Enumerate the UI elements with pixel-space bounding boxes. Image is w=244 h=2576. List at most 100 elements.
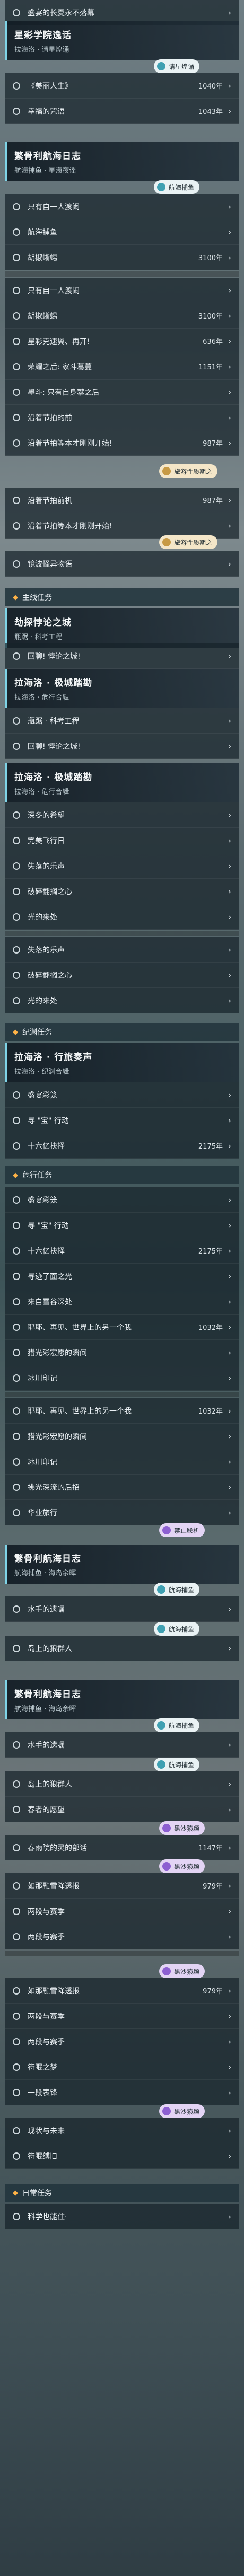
quest-label: 猎光彩宏愿的瞬间 [28, 1348, 87, 1357]
quest-label: 回聊! 悖论之城! [28, 652, 81, 661]
quest-row[interactable]: 猎光彩宏愿的瞬间 › [5, 1340, 239, 1365]
quest-row[interactable]: 只有自一人渡闹 › [5, 194, 239, 219]
quest-group-header[interactable]: 拉海洛 · 极城踏勘 拉海洛 · 危行合辑 [5, 763, 239, 802]
chevron-right-icon: › [228, 495, 231, 505]
quest-row[interactable]: 幸福的咒语 1043年 › [5, 99, 239, 124]
section-icon: ◆ [13, 1028, 18, 1036]
circle-icon [13, 1644, 20, 1652]
quest-row[interactable]: 十六亿抉择 2175年 › [5, 1133, 239, 1159]
quest-row[interactable]: 符眠缚旧 › [5, 2143, 239, 2169]
chevron-right-icon: › [228, 1804, 231, 1814]
quest-row[interactable]: 只有自一人渡闹 › [5, 278, 239, 303]
circle-icon [13, 253, 20, 261]
quest-row[interactable]: 失落的乐声 › [5, 853, 239, 879]
quest-row[interactable]: 拂光深流的后招 › [5, 1475, 239, 1500]
chevron-right-icon: › [228, 7, 231, 17]
quest-row[interactable]: 寻 "宝" 行动 › [5, 1108, 239, 1133]
quest-group-header[interactable]: 拉海洛 · 极城踏勘 拉海洛 · 危行合辑 [5, 669, 239, 708]
quest-row[interactable]: 一段表锋 › [5, 2080, 239, 2105]
circle-icon [13, 82, 20, 90]
quest-row[interactable]: 航海捕鱼 › [5, 219, 239, 245]
quest-value: 3100年 [198, 313, 223, 321]
quest-row[interactable]: 耶耶、再见、世界上的另一个我 1032年 › [5, 1315, 239, 1340]
quest-row[interactable]: 寻 "宝" 行动 › [5, 1213, 239, 1238]
quest-group-header[interactable]: 繁骨利航海日志 航海捕鱼 · 星海夜谣 [5, 142, 239, 181]
group-subtitle: 拉海洛 · 危行合辑 [14, 788, 69, 796]
quest-row[interactable]: 沿着节拍等本才刚刚开始! 987年 › [5, 430, 239, 456]
quest-group-header[interactable]: 劫探悖论之城 瓶踞 · 科考工程 [5, 608, 239, 648]
quest-row[interactable]: 深冬的希望 › [5, 802, 239, 828]
circle-icon [13, 8, 20, 16]
quest-row[interactable]: 失落的乐声 › [5, 937, 239, 963]
quest-row[interactable]: 岛上的狼群人 › [5, 1636, 239, 1661]
quest-label: 两段与赛季 [28, 1907, 65, 1916]
quest-row[interactable]: 冰川印记 › [5, 1365, 239, 1391]
quest-row[interactable]: 两段与赛季 › [5, 2029, 239, 2054]
quest-row[interactable]: 回聊! 悖论之城! › [5, 734, 239, 759]
circle-icon [13, 363, 20, 370]
quest-row[interactable]: 镜波怪异物语 › [5, 551, 239, 577]
quest-row[interactable]: 春者的愿望 › [5, 1797, 239, 1822]
chevron-right-icon: › [228, 1373, 231, 1383]
tag-badge: 黑沙猿颖 [159, 2104, 205, 2118]
quest-row[interactable]: 星彩克速翼、再开! 636年 › [5, 329, 239, 354]
quest-row[interactable]: 盛宴彩笼 › [5, 1082, 239, 1108]
quest-row[interactable]: 胡椒蜥蜴 3100年 › [5, 303, 239, 329]
quest-row[interactable]: 冰川印记 › [5, 1449, 239, 1475]
quest-group-header[interactable]: 星彩学院逸话 拉海洛 · 请星煌诵 [5, 21, 239, 60]
quest-row[interactable]: 沿着节拍的前 › [5, 405, 239, 430]
quest-row[interactable]: 猎光彩宏愿的瞬间 › [5, 1424, 239, 1449]
quest-row[interactable]: 完美飞行日 › [5, 828, 239, 853]
divider [5, 1392, 239, 1397]
tag-badge: 旅游性质期之 [159, 464, 218, 478]
quest-label: 符眠缚旧 [28, 2152, 57, 2161]
quest-row[interactable]: 符眠之梦 › [5, 2054, 239, 2080]
quest-row[interactable]: 两段与赛季 › [5, 2004, 239, 2029]
chevron-right-icon: › [228, 1507, 231, 1518]
quest-row[interactable]: 《美丽人生》 1040年 › [5, 73, 239, 99]
tag-badge: 航海捕鱼 [154, 1758, 200, 1771]
quest-row[interactable]: 如那融雪降透报 979年 › [5, 1978, 239, 2004]
quest-row[interactable]: 荣耀之后: 家斗葛蔓 1151年 › [5, 354, 239, 380]
quest-row[interactable]: 寻迹了面之光 › [5, 1264, 239, 1289]
chevron-right-icon: › [228, 995, 231, 1005]
quest-label: 盛宴彩笼 [28, 1091, 57, 1100]
quest-row[interactable]: 两段与赛季 › [5, 1924, 239, 1949]
circle-icon [13, 811, 20, 819]
circle-icon [13, 337, 20, 345]
quest-row[interactable]: 水手的遗嘱 › [5, 1596, 239, 1622]
quest-row[interactable]: 光的来处 › [5, 988, 239, 1013]
quest-row[interactable]: 春雨院的灵的部话 1147年 › [5, 1835, 239, 1860]
quest-label: 胡椒蜥蜴 [28, 253, 57, 262]
quest-row[interactable]: 沿着节拍前机 987年 › [5, 488, 239, 513]
quest-row[interactable]: 盛宴彩笼 › [5, 1187, 239, 1213]
quest-label: 星彩克速翼、再开! [28, 337, 90, 346]
quest-row[interactable]: 破碎翻搁之心 › [5, 963, 239, 988]
quest-value: 1043年 [198, 108, 223, 116]
chevron-right-icon: › [228, 559, 231, 569]
quest-row[interactable]: 墨斗: 只有自身攀之后 › [5, 380, 239, 405]
quest-row[interactable]: 华业旅行 › [5, 1500, 239, 1525]
quest-row[interactable]: 十六亿抉择 2175年 › [5, 1238, 239, 1264]
circle-icon [13, 2127, 20, 2134]
quest-row[interactable]: 两段与赛季 › [5, 1899, 239, 1924]
quest-label: 沿着节拍前机 [28, 496, 72, 505]
quest-row[interactable]: 水手的遗嘱 › [5, 1732, 239, 1758]
quest-row[interactable]: 如那融雪降透报 979年 › [5, 1873, 239, 1899]
quest-row[interactable]: 现状与未来 › [5, 2118, 239, 2143]
quest-row[interactable]: 瓶踞 · 科考工程 › [5, 708, 239, 734]
quest-group-header[interactable]: 拉海洛 · 行旅奏声 拉海洛 · 纪渊合辑 [5, 1043, 239, 1082]
quest-row[interactable]: 科学也能住· › [5, 2204, 239, 2229]
divider [5, 931, 239, 936]
quest-group-header[interactable]: 繁骨利航海日志 航海捕鱼 · 海岛余晖 [5, 1680, 239, 1719]
quest-label: 航海捕鱼 [28, 228, 57, 237]
quest-group-header[interactable]: 繁骨利航海日志 航海捕鱼 · 海岛余晖 [5, 1545, 239, 1584]
quest-row[interactable]: 胡椒蜥蜴 3100年 › [5, 245, 239, 270]
quest-row[interactable]: 来自雪谷深处 › [5, 1289, 239, 1315]
quest-row[interactable]: 破碎翻搁之心 › [5, 879, 239, 904]
quest-row[interactable]: 耶耶、再见、世界上的另一个我 1032年 › [5, 1398, 239, 1424]
quest-row[interactable]: 岛上的狼群人 › [5, 1771, 239, 1797]
quest-row[interactable]: 光的来处 › [5, 904, 239, 930]
quest-row[interactable]: 回聊! 悖论之城! › [5, 643, 239, 669]
quest-row[interactable]: 沿着节拍等本才刚刚开始! › [5, 513, 239, 539]
